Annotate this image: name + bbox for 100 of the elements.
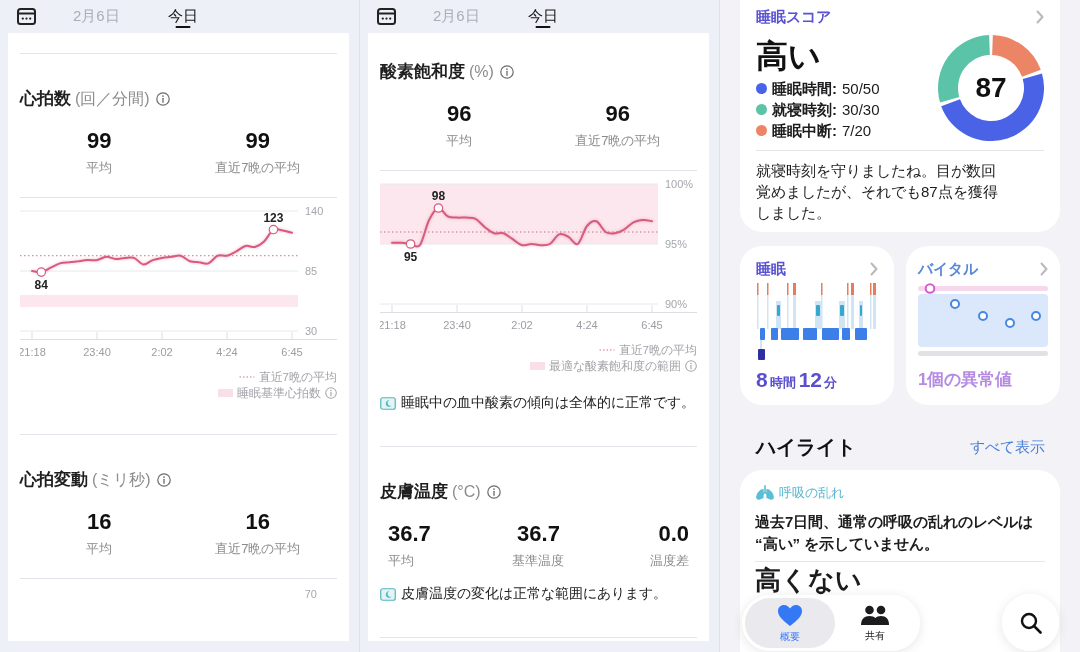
section-title: 酸素飽和度 [380,61,465,83]
duration-unit: 時間 [769,374,796,392]
legend-label: 最適な酸素飽和度の範囲 [549,359,681,374]
axis-label: 23:40 [443,319,471,331]
data-point [36,267,47,277]
tab-bar-item[interactable]: 概要 [745,598,835,648]
info-icon[interactable] [156,473,171,487]
score-message: 就寝時刻を守りましたね。目が数回覚めましたが、それでも87点を獲得しました。 [756,161,999,223]
dotted-line-icon [598,348,615,352]
axis-label: 4:24 [576,319,598,331]
insight-text: 睡眠中の血中酸素の傾向は全体的に正常です。 [401,394,695,412]
stat-value: 96 [447,100,472,128]
data-label: 123 [263,210,284,225]
legend-value: 50/50 [842,79,880,99]
people-icon [860,604,890,626]
data-label: 84 [34,278,48,293]
axis-label: 70 [304,587,317,601]
axis-label: 6:45 [281,346,303,358]
highlight-text: 過去7日間、通常の呼吸の乱れのレベルは“高い” を示していません。 [755,512,1035,554]
section-title: 心拍変動 [20,469,88,491]
info-icon[interactable] [499,65,514,79]
info-icon[interactable] [486,485,501,499]
section-title: 皮膚温度 [380,481,448,503]
axis-label: 30 [305,325,318,337]
legend-value: 30/30 [842,100,880,120]
score-value: 87 [975,72,1007,104]
tab-bar-item[interactable]: 共有 [835,598,915,648]
date-tab[interactable]: 今日 [527,0,558,33]
moon-card-icon [380,587,396,601]
axis-label: 100% [665,178,694,190]
stat-label: 基準温度 [512,552,565,570]
stat-label: 直近7晩の平均 [215,159,301,177]
stat-value: 16 [245,508,270,536]
axis-label: 2:02 [511,319,533,331]
legend-label: 就寝時刻: [772,100,837,120]
highlight-result: 高くない [755,566,862,594]
dotted-line-icon [238,375,255,379]
sleep-score-card[interactable]: 睡眠スコア 高い 睡眠時間: 50/50 就寝時刻: 30/30 睡眠中断: 7/20 87 就寝時刻を守りましたね。目が数回覚めましたが、それでも87点を獲得しました。 [740,0,1060,232]
legend-label: 睡眠中断: [772,121,837,141]
data-point [433,203,444,213]
unit-label: (°C) [452,482,481,502]
duration-value: 8 [756,368,768,392]
section-title: 心拍数 [20,88,71,110]
stat-value: 16 [87,508,112,536]
legend-label: 直近7晩の平均 [258,370,337,385]
card-title: 睡眠スコア [756,7,831,27]
stat-label: 温度差 [650,552,689,570]
legend-label: 睡眠時間: [772,79,837,99]
insight-text: 皮膚温度の変化は正常な範囲にあります。 [401,585,667,603]
legend-value: 7/20 [842,121,872,141]
moon-card-icon [380,396,396,410]
date-tab[interactable]: 今日 [167,0,198,33]
data-point [405,239,416,249]
stat-label: 直近7晩の平均 [215,540,301,558]
calendar-icon[interactable] [377,8,396,25]
info-icon[interactable] [155,92,170,106]
axis-label: 95% [665,238,688,250]
axis-label: 140 [305,205,324,217]
stat-value: 96 [605,100,630,128]
data-label: 98 [431,189,446,203]
axis-label: 85 [305,265,318,277]
axis-label: 4:24 [216,346,238,358]
see-all-link[interactable]: すべて表示 [970,437,1045,457]
axis-label: 6:45 [641,319,663,331]
card-title: 睡眠 [756,259,786,279]
data-label: 95 [403,250,418,264]
range-swatch-icon [530,362,545,370]
legend-label: 睡眠基準心拍数 [237,386,321,401]
stat-label: 平均 [86,540,113,558]
legend-label: 直近7晩の平均 [618,343,697,358]
axis-label: 2:02 [151,346,173,358]
heart-icon [777,603,803,627]
unit-label: (ミリ秒) [92,470,151,490]
section-heading: ハイライト [756,435,856,460]
sleep-card[interactable]: 睡眠 8 時間 12 分 [740,246,894,405]
vitals-card[interactable]: バイタル 1個の異常値 [906,246,1060,405]
axis-label: 23:40 [83,346,111,358]
stat-value: 36.7 [517,520,560,548]
stat-value: 0.0 [658,520,689,548]
stat-label: 平均 [446,132,473,150]
unit-label: (回／分間) [75,89,150,109]
data-point [268,224,279,235]
unit-label: (%) [469,62,494,82]
calendar-icon[interactable] [17,8,36,25]
stat-label: 平均 [388,552,414,570]
search-icon [1019,611,1042,634]
range-swatch-icon [218,389,233,397]
stat-value: 99 [87,127,112,155]
score-rating: 高い [756,37,822,75]
stat-value: 36.7 [388,520,431,548]
stat-value: 99 [245,127,270,155]
highlight-category: 呼吸の乱れ [779,484,844,502]
vitals-status: 1個の異常値 [918,369,1013,391]
card-title: バイタル [918,259,978,279]
duration-unit: 分 [824,374,838,392]
stat-label: 直近7晩の平均 [575,132,661,150]
axis-label: 90% [665,298,688,310]
stat-label: 平均 [86,159,113,177]
lungs-icon [755,485,775,501]
duration-value: 12 [798,368,823,392]
